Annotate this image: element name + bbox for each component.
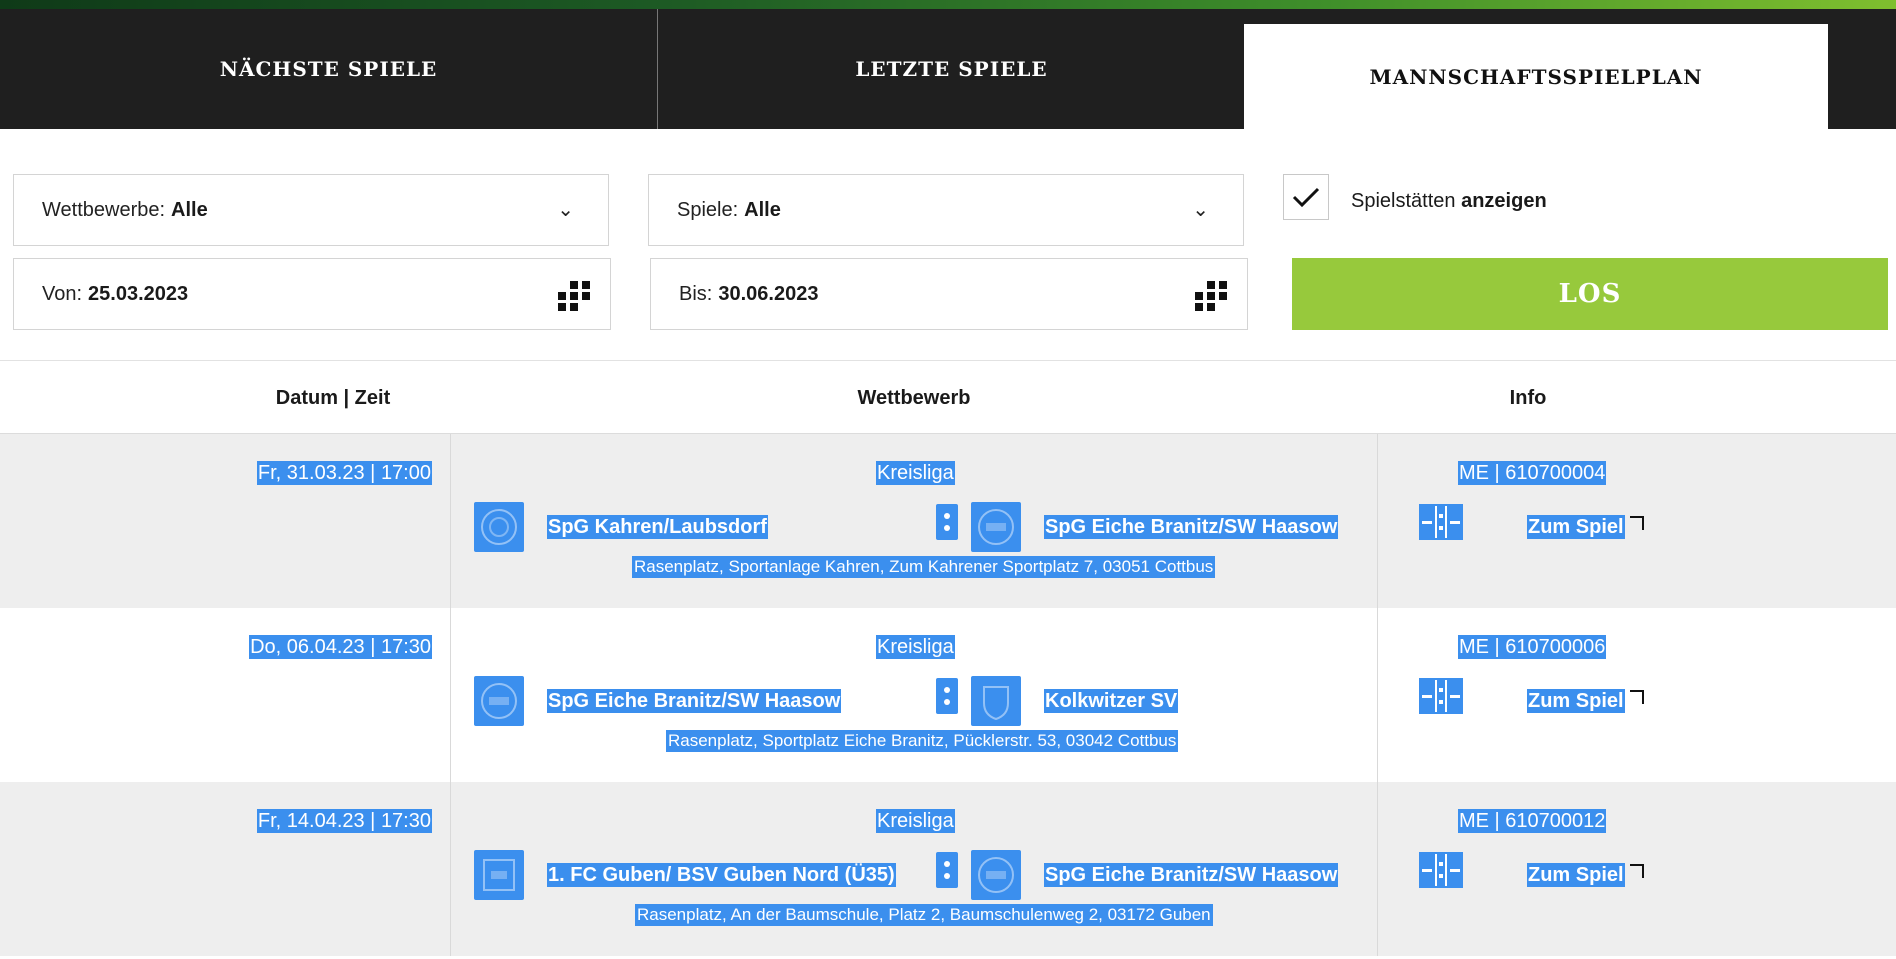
checkmark-icon bbox=[1292, 187, 1320, 208]
games-value: Alle bbox=[744, 198, 781, 221]
table-row: Fr, 31.03.23 | 17:00 Kreisliga SpG Kahre… bbox=[0, 434, 1896, 608]
chevron-down-icon: ⌄ bbox=[557, 199, 574, 221]
away-team-logo[interactable] bbox=[971, 676, 1021, 726]
to-match-link[interactable]: Zum Spiel bbox=[1527, 863, 1625, 887]
home-team-logo[interactable] bbox=[474, 502, 524, 552]
away-team-name[interactable]: SpG Eiche Branitz/SW Haasow bbox=[1044, 515, 1339, 539]
to-match-link[interactable]: Zum Spiel bbox=[1527, 515, 1625, 539]
home-team-name[interactable]: SpG Eiche Branitz/SW Haasow bbox=[547, 689, 842, 713]
away-team-logo[interactable] bbox=[971, 502, 1021, 552]
match-date: Fr, 31.03.23 | 17:00 bbox=[256, 461, 432, 485]
match-id: ME | 610700006 bbox=[1458, 635, 1607, 659]
date-to-field[interactable]: Bis: 30.06.2023 bbox=[650, 258, 1248, 330]
match-icon[interactable] bbox=[1419, 678, 1463, 714]
to-match-link[interactable]: Zum Spiel bbox=[1527, 689, 1625, 713]
games-label: Spiele: bbox=[677, 198, 739, 221]
match-id: ME | 610700012 bbox=[1458, 809, 1607, 833]
show-venues-label[interactable]: Spielstätten anzeigen bbox=[1351, 190, 1547, 213]
show-venues-label-prefix: Spielstätten bbox=[1351, 190, 1456, 212]
date-from-label: Von: bbox=[42, 282, 83, 305]
match-date: Fr, 14.04.23 | 17:30 bbox=[256, 809, 432, 833]
home-team-name[interactable]: 1. FC Guben/ BSV Guben Nord (Ü35) bbox=[547, 863, 896, 887]
calendar-icon[interactable] bbox=[558, 279, 592, 313]
match-date: Do, 06.04.23 | 17:30 bbox=[249, 635, 432, 659]
header-info: Info bbox=[1509, 387, 1547, 409]
date-from-field[interactable]: Von: 25.03.2023 bbox=[13, 258, 611, 330]
header-competition: Wettbewerb bbox=[857, 387, 971, 409]
away-team-logo[interactable] bbox=[971, 850, 1021, 900]
home-team-logo[interactable] bbox=[474, 850, 524, 900]
match-icon[interactable] bbox=[1419, 504, 1463, 540]
calendar-icon[interactable] bbox=[1195, 279, 1229, 313]
table-row: Do, 06.04.23 | 17:30 Kreisliga SpG Eiche… bbox=[0, 608, 1896, 782]
match-icon[interactable] bbox=[1419, 852, 1463, 888]
table-header: Datum | Zeit Wettbewerb Info bbox=[0, 360, 1896, 434]
chevron-down-icon: ⌄ bbox=[1192, 199, 1209, 221]
tab-team-schedule[interactable]: MANNSCHAFTSSPIELPLAN bbox=[1244, 24, 1828, 129]
match-competition: Kreisliga bbox=[876, 461, 955, 485]
external-link-icon[interactable] bbox=[1630, 690, 1644, 704]
games-select[interactable]: Spiele: Alle ⌄ bbox=[648, 174, 1244, 246]
external-link-icon[interactable] bbox=[1630, 516, 1644, 530]
score-separator bbox=[936, 852, 958, 888]
date-from-value: 25.03.2023 bbox=[88, 282, 189, 305]
top-banner-strip bbox=[0, 0, 1896, 9]
tab-bar: NÄCHSTE SPIELE LETZTE SPIELE MANNSCHAFTS… bbox=[0, 9, 1896, 129]
competitions-label: Wettbewerbe: bbox=[42, 198, 166, 221]
show-venues-label-bold: anzeigen bbox=[1461, 190, 1547, 212]
score-separator bbox=[936, 678, 958, 714]
competitions-value: Alle bbox=[171, 198, 208, 221]
external-link-icon[interactable] bbox=[1630, 864, 1644, 878]
table-row: Fr, 14.04.23 | 17:30 Kreisliga 1. FC Gub… bbox=[0, 782, 1896, 956]
away-team-name[interactable]: SpG Eiche Branitz/SW Haasow bbox=[1044, 863, 1339, 887]
away-team-name[interactable]: Kolkwitzer SV bbox=[1044, 689, 1179, 713]
home-team-logo[interactable] bbox=[474, 676, 524, 726]
tab-last-games[interactable]: LETZTE SPIELE bbox=[659, 9, 1244, 129]
go-button[interactable]: LOS bbox=[1292, 258, 1888, 330]
competitions-select[interactable]: Wettbewerbe: Alle ⌄ bbox=[13, 174, 609, 246]
home-team-name[interactable]: SpG Kahren/Laubsdorf bbox=[547, 515, 768, 539]
score-separator bbox=[936, 504, 958, 540]
tab-next-games[interactable]: NÄCHSTE SPIELE bbox=[0, 9, 658, 129]
match-venue: Rasenplatz, Sportplatz Eiche Branitz, Pü… bbox=[666, 730, 1179, 752]
match-venue: Rasenplatz, An der Baumschule, Platz 2, … bbox=[635, 904, 1213, 926]
date-to-value: 30.06.2023 bbox=[718, 282, 819, 305]
match-id: ME | 610700004 bbox=[1458, 461, 1607, 485]
match-competition: Kreisliga bbox=[876, 809, 955, 833]
match-competition: Kreisliga bbox=[876, 635, 955, 659]
match-venue: Rasenplatz, Sportanlage Kahren, Zum Kahr… bbox=[632, 556, 1216, 578]
date-to-label: Bis: bbox=[679, 282, 713, 305]
show-venues-checkbox[interactable] bbox=[1283, 174, 1329, 220]
